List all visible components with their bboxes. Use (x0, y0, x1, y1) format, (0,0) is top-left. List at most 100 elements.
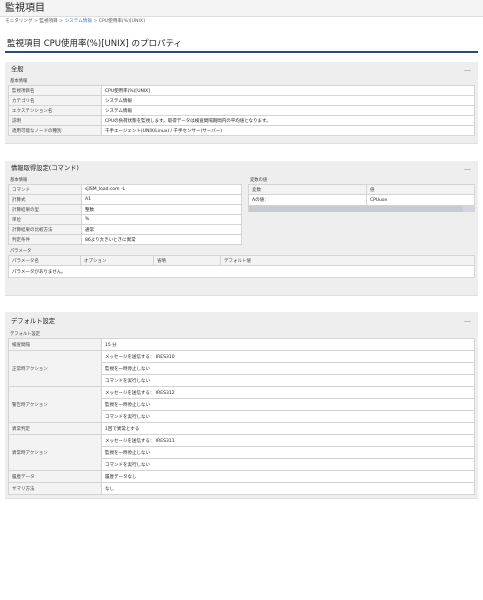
row-label: エクステンション名 (8, 105, 102, 116)
column-header: デフォルト値 (220, 255, 475, 266)
breadcrumb-separator: > (34, 19, 38, 24)
table-row: 単位% (8, 214, 242, 225)
variables-table: 変数値 Aの値： CPUuse (248, 184, 475, 206)
column-header: オプション (80, 255, 154, 266)
horizontal-scrollbar[interactable] (248, 206, 475, 212)
row-label: コマンド (8, 184, 82, 195)
table-row: 異常判定 1回で異常とする (8, 422, 475, 435)
table-row: カテゴリ名 システム情報 (8, 95, 475, 106)
table-row: 検査間隔 15 分 (8, 338, 475, 351)
row-value: コマンドを実行しない (101, 374, 475, 387)
row-value: 履歴データなし (101, 470, 475, 483)
table-row: 異常時アクション メッセージを送信する： IRES311 (8, 434, 475, 471)
parameters-table: パラメータ名 オプション 省略 デフォルト値 パラメータがありません。 (8, 255, 475, 278)
row-value: CPUの負荷状態を監視します。取得データは検査間隔期間内の平均値となります。 (101, 115, 475, 126)
row-value: 86より大きいときに異常 (81, 234, 242, 245)
general-table: 監視項目名 CPU使用率(%)[UNIX] カテゴリ名 システム情報 エクステンショ… (8, 85, 475, 136)
general-section-header[interactable]: 全般 — (8, 62, 475, 78)
row-value: 監視を一時停止しない (101, 446, 475, 459)
collapse-icon[interactable]: — (464, 62, 471, 78)
row-value: CPU使用率(%)[UNIX] (101, 85, 475, 96)
command-section-title: 情報取得設定(コマンド) (11, 165, 79, 172)
row-label: 適用可能なノードの種別 (8, 125, 102, 136)
row-value: メッセージを送信する： IRES312 (101, 386, 475, 399)
row-label: 計算結果の型 (8, 204, 82, 215)
column-header: 値 (366, 184, 475, 195)
row-label: カテゴリ名 (8, 95, 102, 106)
defaults-section-header[interactable]: デフォルト設定 — (8, 312, 475, 331)
table-row: エクステンション名 システム情報 (8, 105, 475, 116)
row-value: 整数 (81, 204, 242, 215)
row-value: コマンドを実行しない (101, 458, 475, 471)
general-section: 全般 — 基本情報 監視項目名 CPU使用率(%)[UNIX] カテゴリ名 システム… (5, 62, 478, 144)
table-row: 計算結果の型 整数 (8, 204, 242, 215)
row-label: 履歴データ (8, 470, 102, 483)
command-table: コマンド sjISM_load.com -L 計算式 A1 計算結果の型 整数 単位%… (8, 184, 242, 245)
row-value: 通常 (81, 224, 242, 235)
command-section: 情報取得設定(コマンド) — 基本情報 コマンド sjISM_load.com -… (5, 161, 478, 296)
table-row: Aの値： CPUuse (248, 194, 475, 206)
row-value: メッセージを送信する： IRES310 (101, 350, 475, 363)
row-value: A1 (81, 194, 242, 205)
defaults-table: 検査間隔 15 分 正常時アクション メッセージを送信する： IRES310 監視を… (8, 338, 475, 495)
table-row: 適用可能なノードの種別 千手エージェント(UNIX/Linux) / 千手センサー… (8, 125, 475, 136)
scrollbar-thumb[interactable] (249, 206, 463, 212)
basic-info-label: 基本情報 (10, 79, 28, 84)
breadcrumb: モニタリング > 監視項目 > システム情報 > CPU使用率(%)[UNIX] (0, 17, 483, 27)
row-value: 1回で異常とする (101, 422, 475, 435)
breadcrumb-current: CPU使用率(%)[UNIX] (98, 19, 145, 24)
table-row: 計算式 A1 (8, 194, 242, 205)
breadcrumb-separator: > (93, 19, 98, 24)
row-value: sjISM_load.com -L (81, 184, 242, 195)
table-row: 警告時アクション メッセージを送信する： IRES312 (8, 386, 475, 423)
row-label: 検査間隔 (8, 338, 102, 351)
row-label: 計算式 (8, 194, 82, 205)
row-value: 監視を一時停止しない (101, 362, 475, 375)
row-value: % (81, 214, 242, 225)
defaults-section: デフォルト設定 — デフォルト設定 検査間隔 15 分 正常時アクション メッセージ… (5, 312, 478, 499)
table-row: コマンド sjISM_load.com -L (8, 184, 242, 195)
table-row: パラメータがありません。 (8, 265, 475, 278)
empty-message: パラメータがありません。 (8, 265, 475, 278)
row-label: 異常時アクション (8, 434, 102, 471)
variables-label: 変数の値 (250, 178, 268, 183)
row-label: 計算結果の比較方法 (8, 224, 82, 235)
row-value: なし (101, 482, 475, 495)
breadcrumb-system-info[interactable]: システム情報 (65, 19, 92, 24)
row-label: 警告時アクション (8, 386, 102, 423)
defaults-label: デフォルト設定 (10, 332, 41, 337)
table-row: 履歴データ 履歴データなし (8, 470, 475, 483)
collapse-icon[interactable]: — (464, 161, 471, 177)
breadcrumb-monitoring[interactable]: モニタリング (5, 19, 33, 24)
defaults-section-title: デフォルト設定 (11, 318, 56, 325)
parameters-label: パラメータ (10, 249, 32, 254)
column-header: 変数 (248, 184, 367, 195)
table-row: 計算結果の比較方法 通常 (8, 224, 242, 235)
breadcrumb-monitor-items[interactable]: 監視項目 (39, 19, 57, 24)
variable-name: Aの値： (248, 194, 367, 206)
variable-value: CPUuse (366, 194, 475, 206)
basic-info-label: 基本情報 (10, 178, 28, 183)
row-value: システム情報 (101, 105, 475, 116)
general-section-title: 全般 (11, 66, 24, 73)
command-section-header[interactable]: 情報取得設定(コマンド) — (8, 161, 475, 177)
table-row: 正常時アクション メッセージを送信する： IRES310 (8, 350, 475, 387)
row-label: 単位 (8, 214, 82, 225)
table-row: サマリ方法 なし (8, 482, 475, 495)
row-value: 千手エージェント(UNIX/Linux) / 千手センサー(サーバー) (101, 125, 475, 136)
table-row: 判定条件 86より大きいときに異常 (8, 234, 242, 245)
table-row: 説明 CPUの負荷状態を監視します。取得データは検査間隔期間内の平均値となります。 (8, 115, 475, 126)
row-label: 正常時アクション (8, 350, 102, 387)
column-header: 省略 (153, 255, 221, 266)
table-row: 監視項目名 CPU使用率(%)[UNIX] (8, 85, 475, 96)
page-title: 監視項目 CPU使用率(%)[UNIX] のプロパティ (5, 38, 478, 53)
row-value: メッセージを送信する： IRES311 (101, 434, 475, 447)
table-header-row: パラメータ名 オプション 省略 デフォルト値 (8, 255, 475, 266)
breadcrumb-separator: > (59, 19, 64, 24)
row-label: 説明 (8, 115, 102, 126)
row-value: システム情報 (101, 95, 475, 106)
row-value: 15 分 (101, 338, 475, 351)
collapse-icon[interactable]: — (464, 312, 471, 331)
header-bar: 監視項目 (0, 0, 483, 17)
table-header-row: 変数値 (248, 184, 475, 195)
